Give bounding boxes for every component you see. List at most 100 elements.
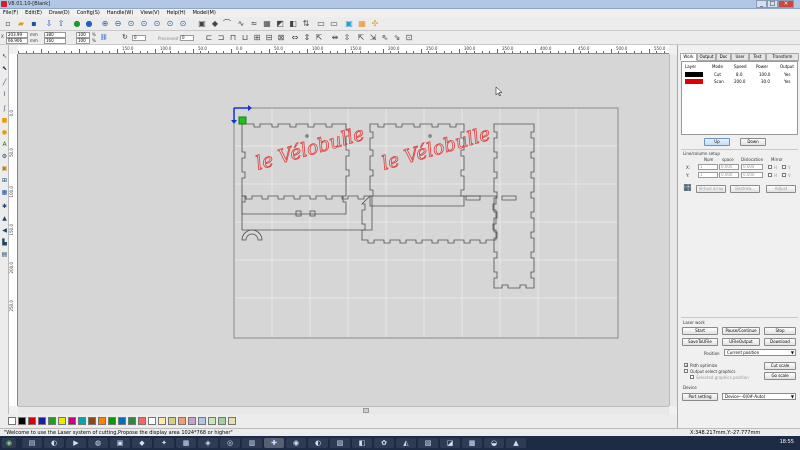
taskbar-app-20[interactable]: ◪ <box>440 438 460 448</box>
taskbar-app-21[interactable]: ▩ <box>462 438 482 448</box>
mirror-v2-checkbox[interactable] <box>782 173 786 177</box>
node-icon[interactable]: ▣ <box>197 19 207 29</box>
nest-icon[interactable]: ◩ <box>275 19 285 29</box>
offset-icon[interactable]: ◧ <box>288 19 298 29</box>
open-folder-icon[interactable]: ▰ <box>16 19 26 29</box>
move-icon[interactable]: ⇖ <box>380 33 390 43</box>
monitor-icon[interactable]: ▣ <box>344 19 354 29</box>
cut-scale-button[interactable]: Cut scale <box>764 362 796 370</box>
stop-button[interactable]: Stop <box>764 327 796 335</box>
palette-swatch[interactable] <box>118 417 126 425</box>
port-setting-button[interactable]: Port setting <box>682 393 718 401</box>
center-icon[interactable]: ⊡ <box>404 33 414 43</box>
zoom-pan-icon[interactable]: ⊙ <box>178 19 188 29</box>
ungroup-icon[interactable]: ▭ <box>329 19 339 29</box>
break-icon[interactable]: ◆ <box>210 19 220 29</box>
palette-swatch[interactable] <box>108 417 116 425</box>
tab-user[interactable]: User <box>731 53 749 61</box>
processed-field[interactable]: 0 <box>180 35 194 41</box>
table-tool-icon[interactable]: ▤ <box>1 251 8 258</box>
mirror-v-icon[interactable]: ⇲ <box>368 33 378 43</box>
up-button[interactable]: Up <box>704 138 730 146</box>
order-icon[interactable]: ⇅ <box>301 19 311 29</box>
palette-swatch[interactable] <box>228 417 236 425</box>
same-height-icon[interactable]: ⇕ <box>302 33 312 43</box>
tab-work[interactable]: Work <box>680 53 697 61</box>
palette-swatch[interactable] <box>188 417 196 425</box>
menu-config[interactable]: Config(S) <box>74 9 104 16</box>
taskbar-app-6[interactable]: ◆ <box>132 438 152 448</box>
menu-help[interactable]: Help(H) <box>164 9 190 16</box>
rectangle-tool-icon[interactable]: ■ <box>1 117 8 124</box>
angle-field[interactable]: 0 <box>132 35 146 41</box>
go-scale-button[interactable]: Go scale <box>764 372 796 380</box>
palette-swatch[interactable] <box>98 417 106 425</box>
palette-swatch[interactable] <box>198 417 206 425</box>
taskbar-app-3[interactable]: ▶ <box>66 438 86 448</box>
palette-swatch[interactable] <box>218 417 226 425</box>
height-field[interactable]: 160 <box>44 38 66 44</box>
height-pct-field[interactable]: 100 <box>76 38 90 44</box>
path-optimize-checkbox[interactable]: ✓ <box>684 363 688 368</box>
ellipse-tool-icon[interactable]: ● <box>1 129 8 136</box>
palette-swatch[interactable] <box>148 417 156 425</box>
taskbar-app-1[interactable]: ▤ <box>22 438 42 448</box>
array-x-dislocation[interactable]: 0.000 <box>741 164 763 170</box>
smooth-icon[interactable]: ≈ <box>249 19 259 29</box>
same-size-icon[interactable]: ⇱ <box>314 33 324 43</box>
zoom-in-icon[interactable]: ⊕ <box>100 19 110 29</box>
polyline-tool-icon[interactable]: ⌇ <box>1 91 8 98</box>
array-y-dislocation[interactable]: 0.000 <box>741 172 763 178</box>
taskbar-app-7[interactable]: ✦ <box>154 438 174 448</box>
curve-tool-icon[interactable]: ∫ <box>1 105 8 112</box>
rotate-icon[interactable]: ↻ <box>122 33 128 41</box>
grid-icon[interactable]: ▦ <box>357 19 367 29</box>
palette-swatch[interactable] <box>8 417 16 425</box>
grid-tool-icon[interactable]: ▦ <box>1 189 8 196</box>
node-edit-tool-icon[interactable]: ⬉ <box>1 65 8 72</box>
palette-swatch[interactable] <box>68 417 76 425</box>
drawing-canvas[interactable]: le Vélobulle le Vélobulle <box>18 54 669 406</box>
palette-swatch[interactable] <box>138 417 146 425</box>
horizontal-scrollbar[interactable] <box>18 406 669 414</box>
taskbar-app-22[interactable]: ◒ <box>484 438 504 448</box>
array-tool-icon[interactable]: ⊞ <box>1 177 8 184</box>
taskbar-app-10[interactable]: ◎ <box>220 438 240 448</box>
curve-icon[interactable]: ∿ <box>236 19 246 29</box>
mirror-h2-checkbox[interactable] <box>768 173 772 177</box>
join-icon[interactable]: ⌒ <box>222 19 232 29</box>
palette-swatch[interactable] <box>168 417 176 425</box>
selected-position-checkbox[interactable] <box>690 375 694 379</box>
layer-row[interactable]: Cut 8.0 100.0 Yes <box>684 72 795 78</box>
zoom-page-icon[interactable]: ⊙ <box>139 19 149 29</box>
tab-doc[interactable]: Doc <box>716 53 731 61</box>
start-menu-icon[interactable]: ◉ <box>2 438 16 448</box>
palette-swatch[interactable] <box>48 417 56 425</box>
align-top-icon[interactable]: ⊓ <box>228 33 238 43</box>
ufile-output-button[interactable]: UFileOutput <box>722 338 760 346</box>
tab-transform[interactable]: Transform <box>766 53 799 61</box>
array-x-space[interactable]: 0.000 <box>719 164 739 170</box>
export-icon[interactable]: ⇧ <box>56 19 66 29</box>
virtual-array-button[interactable]: Virtual array <box>696 185 726 193</box>
arrow-tool-icon[interactable]: ◀ <box>1 227 8 234</box>
settings-icon[interactable]: ✣ <box>370 19 380 29</box>
taskbar-app-5[interactable]: ▣ <box>110 438 130 448</box>
align-center-icon[interactable]: ⊠ <box>276 33 286 43</box>
zoom-select-icon[interactable]: ⊙ <box>152 19 162 29</box>
pause-continue-button[interactable]: Pause/Continue <box>722 327 760 335</box>
arrange-icon[interactable]: ⇘ <box>392 33 402 43</box>
taskbar-app-4[interactable]: ◍ <box>88 438 108 448</box>
start-button[interactable]: Start <box>682 327 718 335</box>
menu-handle[interactable]: Handle(W) <box>104 9 137 16</box>
align-right-icon[interactable]: ⊐ <box>216 33 226 43</box>
menu-edit[interactable]: Edit(E) <box>22 9 46 16</box>
download-button[interactable]: Download <box>764 338 796 346</box>
taskbar-app-13[interactable]: ◉ <box>286 438 306 448</box>
distribute-v-icon[interactable]: ⇳ <box>342 33 352 43</box>
menu-view[interactable]: View(V) <box>137 9 163 16</box>
array-y-space[interactable]: 0.000 <box>719 172 739 178</box>
tab-output[interactable]: Output <box>697 53 716 61</box>
palette-swatch[interactable] <box>18 417 26 425</box>
line-tool-icon[interactable]: ╱ <box>1 79 8 86</box>
